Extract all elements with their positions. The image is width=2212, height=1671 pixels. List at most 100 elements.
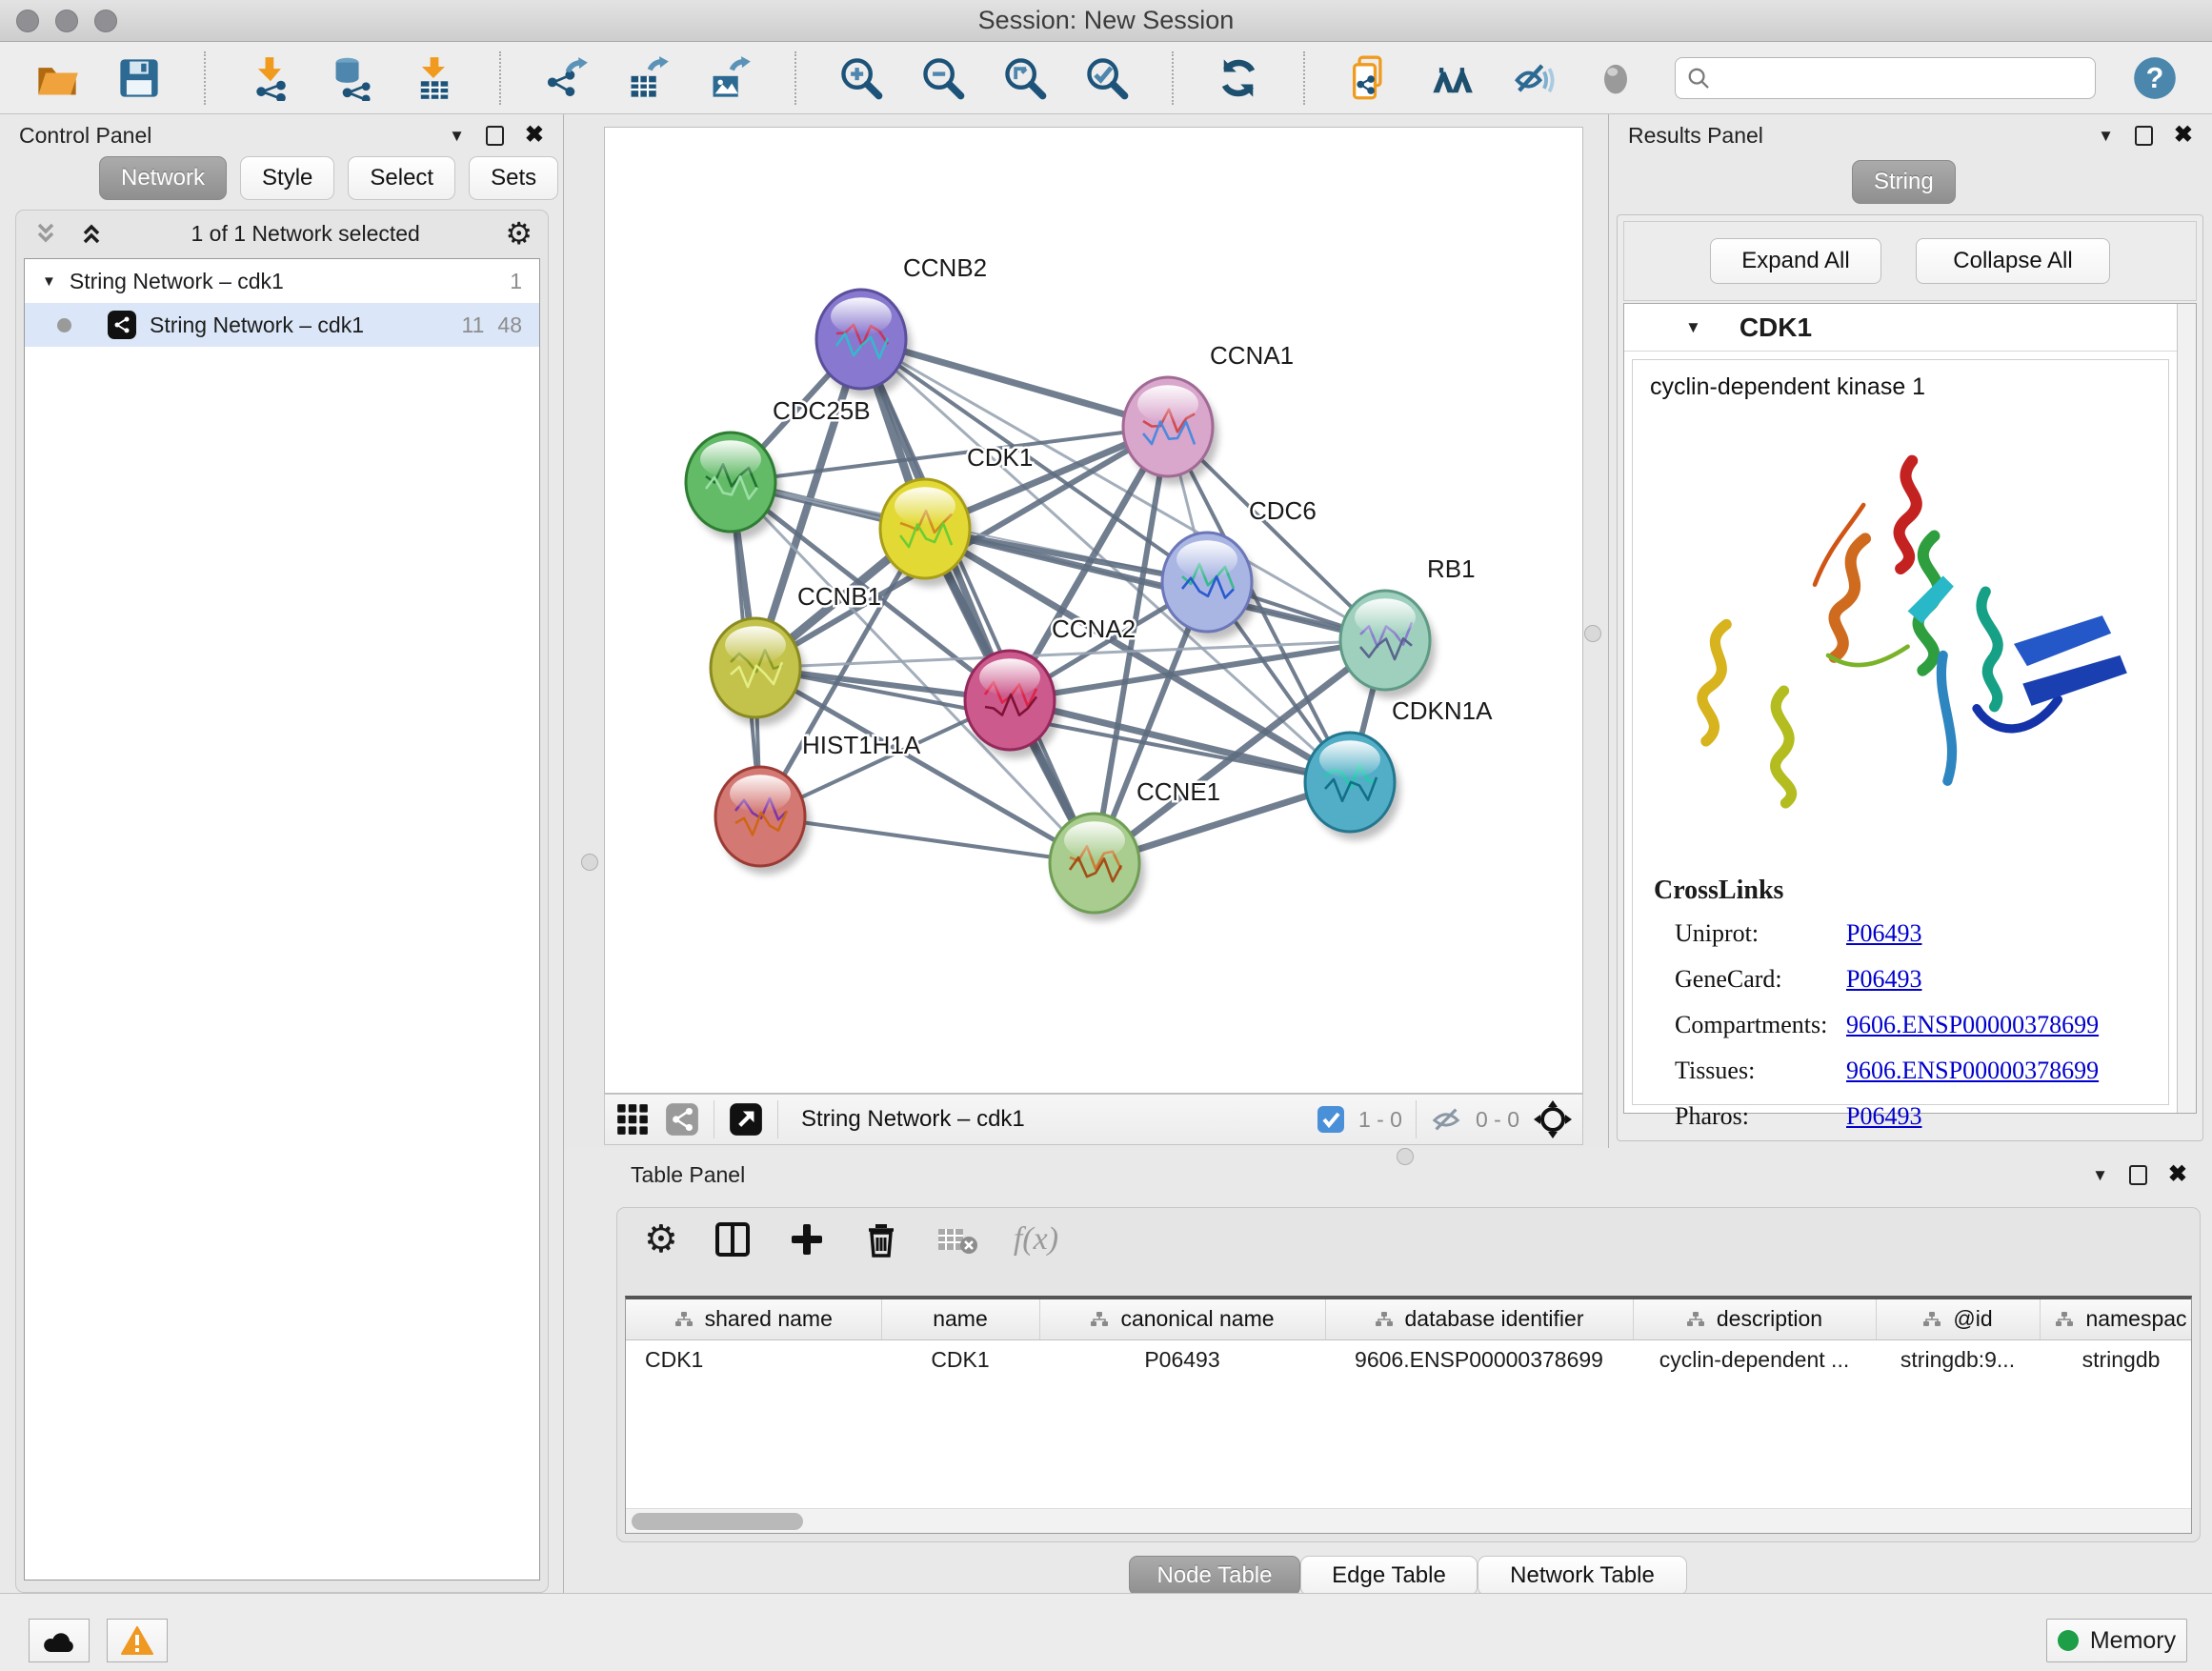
- help-icon[interactable]: ?: [2132, 55, 2178, 101]
- zoom-selected-icon[interactable]: [1084, 55, 1130, 101]
- network-row[interactable]: String Network – cdk1 11 48: [25, 303, 539, 347]
- column-header-database-identifier[interactable]: database identifier: [1325, 1299, 1633, 1339]
- column-header-namespac[interactable]: namespac: [2040, 1299, 2192, 1339]
- table-options-gear-icon[interactable]: ⚙: [644, 1220, 678, 1258]
- table-cell[interactable]: P06493: [1039, 1339, 1325, 1379]
- save-session-icon[interactable]: [116, 55, 162, 101]
- column-header-canonical-name[interactable]: canonical name: [1039, 1299, 1325, 1339]
- zoom-in-icon[interactable]: [838, 55, 884, 101]
- panel-float-icon[interactable]: [2129, 1165, 2147, 1185]
- collapse-all-button[interactable]: Collapse All: [1916, 238, 2110, 284]
- grid-view-icon[interactable]: [614, 1101, 651, 1137]
- table-row[interactable]: CDK1CDK1P064939606.ENSP00000378699cyclin…: [626, 1339, 2192, 1379]
- selected-checkbox-icon[interactable]: [1317, 1105, 1345, 1134]
- search-network-icon[interactable]: [1429, 55, 1475, 101]
- hidden-eye-icon[interactable]: [1430, 1103, 1462, 1136]
- tab-select[interactable]: Select: [348, 156, 455, 200]
- panel-menu-icon[interactable]: ▼: [2092, 1167, 2108, 1183]
- import-table-icon[interactable]: [412, 55, 457, 101]
- column-header-shared-name[interactable]: shared name: [626, 1299, 881, 1339]
- crosslink-link[interactable]: P06493: [1846, 1102, 1921, 1131]
- panel-float-icon[interactable]: [486, 126, 504, 146]
- node-CCNE1[interactable]: CCNE1: [1050, 777, 1220, 921]
- open-session-icon[interactable]: [34, 55, 80, 101]
- table-horizontal-scrollbar[interactable]: [626, 1508, 2191, 1533]
- crosslink-link[interactable]: P06493: [1846, 919, 1921, 948]
- tab-string[interactable]: String: [1852, 160, 1956, 204]
- session-file-network-icon[interactable]: [1347, 55, 1393, 101]
- node-label-CCNA1: CCNA1: [1210, 341, 1294, 370]
- bottom-splitter-handle[interactable]: [1397, 1148, 1414, 1165]
- network-options-gear-icon[interactable]: ⚙: [505, 218, 533, 249]
- network-collection-row[interactable]: ▼ String Network – cdk1 1: [25, 259, 539, 303]
- edge-CCNB2-CCNE1[interactable]: [861, 339, 1095, 863]
- column-header-name[interactable]: name: [881, 1299, 1039, 1339]
- expand-all-icon[interactable]: [77, 219, 106, 248]
- delete-column-icon[interactable]: [861, 1219, 901, 1259]
- collapse-all-icon[interactable]: [31, 219, 60, 248]
- memory-button[interactable]: Memory: [2046, 1619, 2187, 1662]
- zoom-fit-icon[interactable]: [1002, 55, 1048, 101]
- table-cell[interactable]: 9606.ENSP00000378699: [1325, 1339, 1633, 1379]
- control-panel-title: Control Panel: [19, 123, 151, 149]
- svg-text:?: ?: [2146, 61, 2164, 93]
- export-image-icon[interactable]: [707, 55, 753, 101]
- tab-edge-table[interactable]: Edge Table: [1300, 1556, 1478, 1596]
- toolbar-search[interactable]: [1675, 57, 2096, 99]
- zoom-out-icon[interactable]: [920, 55, 966, 101]
- table-cell[interactable]: CDK1: [881, 1339, 1039, 1379]
- table-cell[interactable]: stringdb: [2040, 1339, 2192, 1379]
- results-scrollbar[interactable]: [2177, 304, 2196, 1113]
- tab-node-table[interactable]: Node Table: [1129, 1556, 1300, 1596]
- cloud-status-button[interactable]: [29, 1619, 90, 1662]
- import-network-database-icon[interactable]: [330, 55, 375, 101]
- panel-close-icon[interactable]: ✖: [525, 124, 544, 147]
- panel-menu-icon[interactable]: ▼: [2098, 128, 2114, 144]
- refresh-layout-icon[interactable]: [1216, 55, 1261, 101]
- warning-status-button[interactable]: [107, 1619, 168, 1662]
- open-in-browser-icon[interactable]: [728, 1101, 764, 1137]
- export-network-icon[interactable]: [543, 55, 589, 101]
- export-table-icon[interactable]: [625, 55, 671, 101]
- show-hide-graphics-icon[interactable]: [1511, 55, 1557, 101]
- toolbar-separator: [1172, 51, 1174, 105]
- crosslink-link[interactable]: P06493: [1846, 965, 1921, 994]
- node-CDKN1A[interactable]: CDKN1A: [1305, 696, 1493, 840]
- add-column-icon[interactable]: [787, 1219, 827, 1259]
- tab-sets[interactable]: Sets: [469, 156, 558, 200]
- column-header--id[interactable]: @id: [1876, 1299, 2040, 1339]
- node-table[interactable]: shared namenamecanonical namedatabase id…: [625, 1296, 2192, 1534]
- panel-menu-icon[interactable]: ▼: [449, 128, 465, 144]
- network-canvas[interactable]: CCNB2CCNA1CDC25BCDK1CDC6RB1CCNB1CCNA2CDK…: [604, 127, 1583, 1094]
- left-splitter-handle[interactable]: [581, 854, 598, 871]
- node-CCNA1[interactable]: CCNA1: [1123, 341, 1294, 485]
- section-collapse-icon[interactable]: ▼: [1685, 319, 1701, 335]
- birds-eye-view-icon[interactable]: [1533, 1099, 1573, 1139]
- string-view-icon[interactable]: [664, 1101, 700, 1137]
- table-cell[interactable]: cyclin-dependent ...: [1633, 1339, 1876, 1379]
- tab-style[interactable]: Style: [240, 156, 334, 200]
- panel-float-icon[interactable]: [2135, 126, 2153, 146]
- expand-all-button[interactable]: Expand All: [1710, 238, 1881, 284]
- string-results-box: Expand All Collapse All ▼ CDK1 cyclin-de…: [1617, 214, 2203, 1141]
- scrollbar-thumb[interactable]: [632, 1513, 803, 1530]
- node-RB1[interactable]: RB1: [1340, 554, 1476, 698]
- search-input[interactable]: [1719, 66, 2083, 91]
- show-columns-icon[interactable]: [713, 1219, 753, 1259]
- tab-network[interactable]: Network: [99, 156, 227, 200]
- crosslink-link[interactable]: 9606.ENSP00000378699: [1846, 1057, 2099, 1085]
- tab-network-table[interactable]: Network Table: [1478, 1556, 1687, 1596]
- tree-expand-icon[interactable]: ▼: [42, 274, 56, 289]
- right-splitter-handle[interactable]: [1584, 625, 1601, 642]
- gene-section-header[interactable]: ▼ CDK1: [1624, 304, 2196, 352]
- table-cell[interactable]: CDK1: [626, 1339, 881, 1379]
- crosslink-link[interactable]: 9606.ENSP00000378699: [1846, 1011, 2099, 1039]
- panel-close-icon[interactable]: ✖: [2168, 1163, 2187, 1186]
- node-CCNB2[interactable]: CCNB2: [816, 253, 987, 397]
- table-cell[interactable]: stringdb:9...: [1876, 1339, 2040, 1379]
- node-label-RB1: RB1: [1427, 554, 1476, 583]
- panel-close-icon[interactable]: ✖: [2174, 124, 2193, 147]
- import-network-file-icon[interactable]: [248, 55, 293, 101]
- column-header-description[interactable]: description: [1633, 1299, 1876, 1339]
- node-HIST1H1A[interactable]: HIST1H1A: [715, 731, 921, 875]
